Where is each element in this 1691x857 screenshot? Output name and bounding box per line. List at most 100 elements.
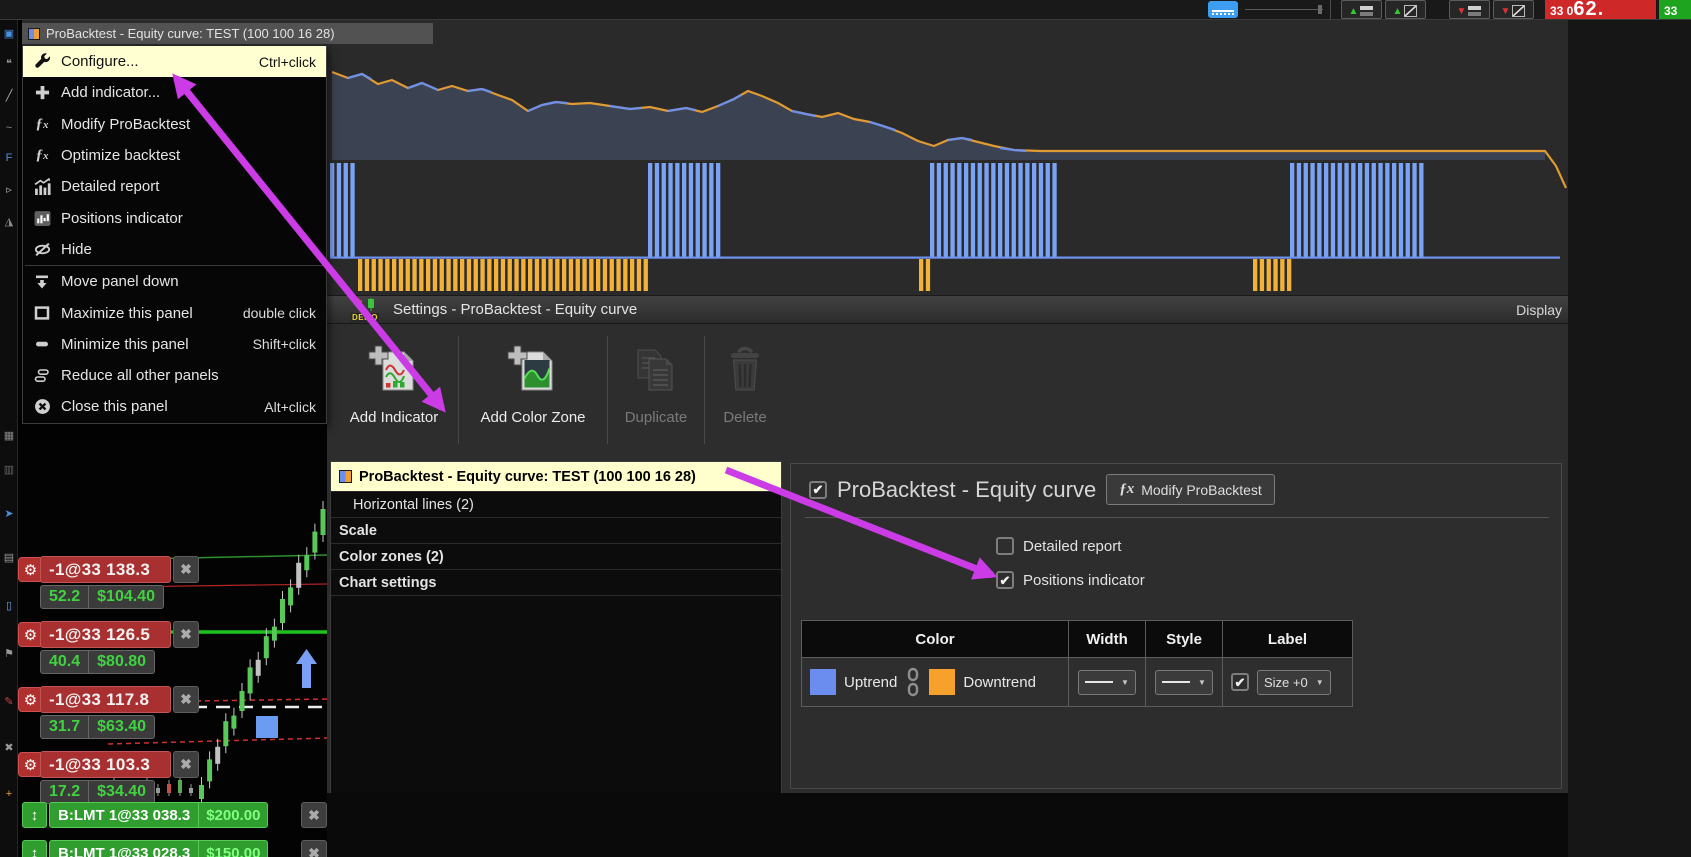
line-sample — [1085, 681, 1114, 683]
checkbox[interactable] — [996, 537, 1014, 555]
menu-item-optimize-backtest[interactable]: ƒx Optimize backtest — [23, 140, 326, 171]
sell-stop-button[interactable]: ▼ — [1449, 0, 1490, 19]
tree-item-3[interactable]: Color zones (2) — [331, 544, 781, 570]
keyboard-icon[interactable] — [1208, 1, 1238, 18]
indicator-flag-icon — [28, 27, 40, 40]
menu-item-label: Hide — [61, 240, 92, 258]
display-menu[interactable]: Display — [1516, 302, 1562, 318]
checkbox[interactable]: ✔ — [996, 571, 1014, 589]
menu-item-positions-indicator[interactable]: Positions indicator — [23, 202, 326, 233]
option-positions-indicator[interactable]: ✔ Positions indicator — [996, 568, 1145, 592]
position-entry-badge[interactable]: -1@33 117.8 — [40, 686, 171, 713]
chart-type-icon[interactable]: ▣ — [1, 28, 17, 40]
erase-tool-icon[interactable]: ✖ — [1, 742, 17, 754]
toolbar-add-color-zone-button[interactable]: Add Color Zone — [459, 326, 607, 454]
hide-eye-icon — [23, 241, 61, 258]
order-row[interactable]: B:LMT 1@33 028.3 $150.00 — [49, 840, 269, 857]
fibonacci-tool-icon[interactable]: F — [1, 152, 17, 164]
sell-limit-button[interactable]: ▼ — [1493, 0, 1534, 19]
gain-points: 17.2 — [49, 783, 81, 800]
order-close-button[interactable]: ✖ — [301, 802, 327, 828]
workspace-background — [1568, 20, 1691, 857]
order-close-button[interactable]: ✖ — [301, 840, 327, 857]
add-marker-tool-icon[interactable]: + — [1, 788, 17, 800]
position-close-button[interactable]: ✖ — [173, 556, 199, 583]
flag-tool-icon[interactable]: ⚑ — [1, 648, 17, 660]
menu-item-move-panel-down[interactable]: Move panel down — [23, 266, 326, 297]
slider-handle[interactable] — [1318, 5, 1322, 14]
width-select[interactable]: ▼ — [1078, 669, 1136, 695]
chevron-down-icon: ▼ — [1198, 677, 1206, 687]
buy-price-button[interactable]: 33 — [1659, 0, 1691, 19]
drawing-toolbar: ▣ ❝ ╱ ~ F ▹ ◮ ▦ ▥ ➤ ▤ ▯ ⚑ ✎ ✖ + — [0, 20, 18, 857]
gain-amount: $80.80 — [97, 653, 147, 670]
position-entry-badge[interactable]: -1@33 138.3 — [40, 556, 171, 583]
wrench-icon — [23, 53, 61, 70]
indicator-flag-icon — [339, 470, 352, 483]
trendline-tool-icon[interactable]: ╱ — [1, 90, 17, 102]
menu-item-label: Positions indicator — [61, 209, 183, 227]
uptrend-color-swatch[interactable] — [810, 669, 836, 695]
settings-window: DEMO Settings - ProBacktest - Equity cur… — [327, 295, 1568, 794]
buy-limit-button[interactable]: ▲ — [1385, 0, 1426, 19]
updown-arrow-icon[interactable]: ↕ — [22, 840, 47, 857]
menu-item-maximize-panel[interactable]: Maximize this panel double click — [23, 297, 326, 328]
tree-item-1[interactable]: Horizontal lines (2) — [331, 492, 781, 518]
close-circle-icon — [23, 398, 61, 415]
position-entry-badge[interactable]: -1@33 103.3 — [40, 751, 171, 778]
settings-header[interactable]: DEMO Settings - ProBacktest - Equity cur… — [327, 296, 1568, 324]
option-detailed-report[interactable]: Detailed report — [996, 534, 1145, 558]
menu-item-modify-probacktest[interactable]: ƒx Modify ProBacktest — [23, 109, 326, 140]
list-tool-icon[interactable]: ▥ — [1, 464, 17, 476]
order-diagonal-icon — [1512, 5, 1526, 17]
link-colors-icon[interactable] — [905, 667, 921, 697]
tree-item-0[interactable]: ProBacktest - Equity curve: TEST (100 10… — [331, 462, 781, 492]
pattern-tool-icon[interactable]: ◮ — [1, 216, 17, 228]
label-size-select[interactable]: Size +0 ▼ — [1257, 669, 1331, 695]
toolbar-delete-button: Delete — [705, 326, 785, 454]
document-tool-icon[interactable]: ▤ — [1, 552, 17, 564]
buy-stop-button[interactable]: ▲ — [1341, 0, 1382, 19]
order-amount: $150.00 — [206, 844, 261, 857]
label-checkbox[interactable]: ✔ — [1231, 673, 1249, 691]
blue-arrow-tool-icon[interactable]: ➤ — [1, 508, 17, 520]
sell-price-button[interactable]: 33 0 62. — [1545, 0, 1656, 19]
style-select[interactable]: ▼ — [1155, 669, 1213, 695]
position-close-button[interactable]: ✖ — [173, 751, 199, 778]
tree-item-2[interactable]: Scale — [331, 518, 781, 544]
menu-item-hide[interactable]: Hide — [23, 234, 326, 265]
indicator-enabled-checkbox[interactable]: ✔ — [809, 480, 827, 499]
updown-arrow-icon[interactable]: ↕ — [22, 802, 47, 828]
menu-item-close-panel[interactable]: Close this panel Alt+click — [23, 391, 326, 422]
wave-tool-icon[interactable]: ~ — [1, 122, 17, 134]
bookmark-tool-icon[interactable]: ▯ — [1, 600, 17, 612]
quote-tool-icon[interactable]: ❝ — [1, 58, 17, 70]
modify-probacktest-button[interactable]: ƒx Modify ProBacktest — [1106, 474, 1275, 505]
position-entry-badge[interactable]: -1@33 126.5 — [40, 621, 171, 648]
order-row[interactable]: B:LMT 1@33 038.3 $200.00 — [49, 802, 269, 828]
toolbar-add-indicator-button[interactable]: Add Indicator — [330, 326, 458, 454]
maximize-icon — [23, 305, 61, 321]
menu-item-minimize-panel[interactable]: Minimize this panel Shift+click — [23, 329, 326, 360]
pencil-tool-icon[interactable]: ✎ — [1, 696, 17, 708]
position-close-button[interactable]: ✖ — [173, 686, 199, 713]
slider-track[interactable] — [1245, 9, 1323, 10]
position-close-button[interactable]: ✖ — [173, 621, 199, 648]
fx-icon: ƒx — [35, 147, 49, 164]
menu-item-reduce-panels[interactable]: Reduce all other panels — [23, 360, 326, 391]
grid-tool-icon[interactable]: ▦ — [1, 430, 17, 442]
detail-title: ProBacktest - Equity curve — [837, 476, 1097, 502]
downtrend-color-swatch[interactable] — [929, 669, 956, 695]
menu-item-add-indicator[interactable]: Add indicator... — [23, 77, 326, 108]
gain-amount: $34.40 — [97, 783, 147, 800]
menu-item-label: Optimize backtest — [61, 147, 181, 165]
gain-points: 52.2 — [49, 588, 81, 605]
uptrend-label: Uptrend — [844, 673, 898, 691]
panel-titlebar[interactable]: ProBacktest - Equity curve: TEST (100 10… — [22, 23, 433, 44]
position-gain-badge: 17.2 $34.40 — [40, 780, 156, 804]
menu-item-configure[interactable]: Configure... Ctrl+click — [23, 46, 326, 78]
menu-item-detailed-report[interactable]: Detailed report — [23, 171, 326, 202]
price-small-digits: 33 0 — [1550, 4, 1574, 18]
tree-item-4[interactable]: Chart settings — [331, 570, 781, 596]
arrow-tool-icon[interactable]: ▹ — [1, 184, 17, 196]
